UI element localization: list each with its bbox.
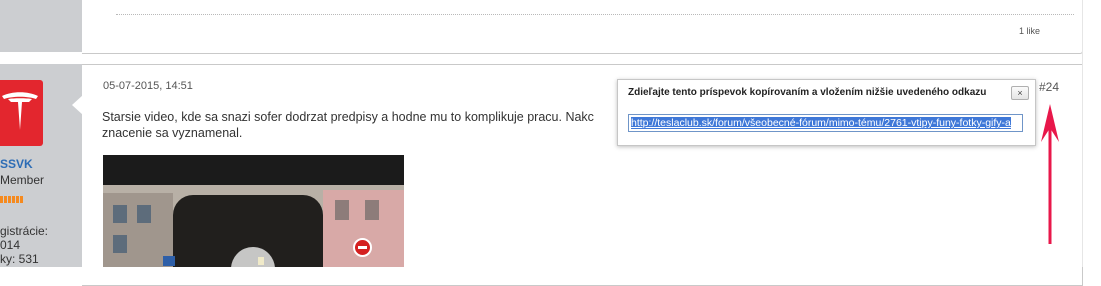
video-title-bar bbox=[103, 155, 404, 185]
post-divider bbox=[116, 14, 1074, 15]
share-link-input[interactable]: http://teslaclub.sk/forum/všeobecné-fóru… bbox=[628, 114, 1023, 132]
post-text: Starsie video, kde sa snazi sofer dodrza… bbox=[102, 109, 594, 141]
close-icon[interactable]: × bbox=[1011, 86, 1029, 100]
share-link-popup: Zdieľajte tento príspevok kopírovaním a … bbox=[617, 79, 1036, 146]
share-popup-title: Zdieľajte tento príspevok kopírovaním a … bbox=[628, 87, 987, 98]
registration-label: gistrácie: bbox=[0, 224, 49, 238]
page-edge bbox=[1082, 0, 1083, 267]
share-link-text[interactable]: http://teslaclub.sk/forum/všeobecné-fóru… bbox=[631, 117, 1011, 129]
post-text-line: znacenie sa vyznamenal. bbox=[102, 126, 243, 140]
likes-count[interactable]: 1 like bbox=[1019, 26, 1040, 36]
registration-date: 014 bbox=[0, 238, 21, 252]
post-count: ky: 531 bbox=[0, 252, 39, 266]
post-text-line: Starsie video, kde sa snazi sofer dodrza… bbox=[102, 110, 594, 124]
tesla-logo-icon bbox=[2, 92, 38, 130]
author-role: Member bbox=[0, 173, 45, 187]
post-pointer bbox=[72, 95, 83, 115]
previous-post bbox=[82, 0, 1083, 54]
previous-post-sidebar bbox=[0, 0, 82, 52]
avatar[interactable] bbox=[0, 80, 43, 146]
author-username[interactable]: SSVK bbox=[0, 157, 33, 171]
post-number-link[interactable]: #24 bbox=[1039, 80, 1059, 94]
embedded-video[interactable] bbox=[103, 155, 404, 267]
arrow-up-icon bbox=[1041, 104, 1059, 244]
no-entry-sign bbox=[353, 238, 372, 257]
rank-indicator bbox=[0, 196, 23, 203]
post-date: 05-07-2015, 14:51 bbox=[103, 80, 193, 92]
